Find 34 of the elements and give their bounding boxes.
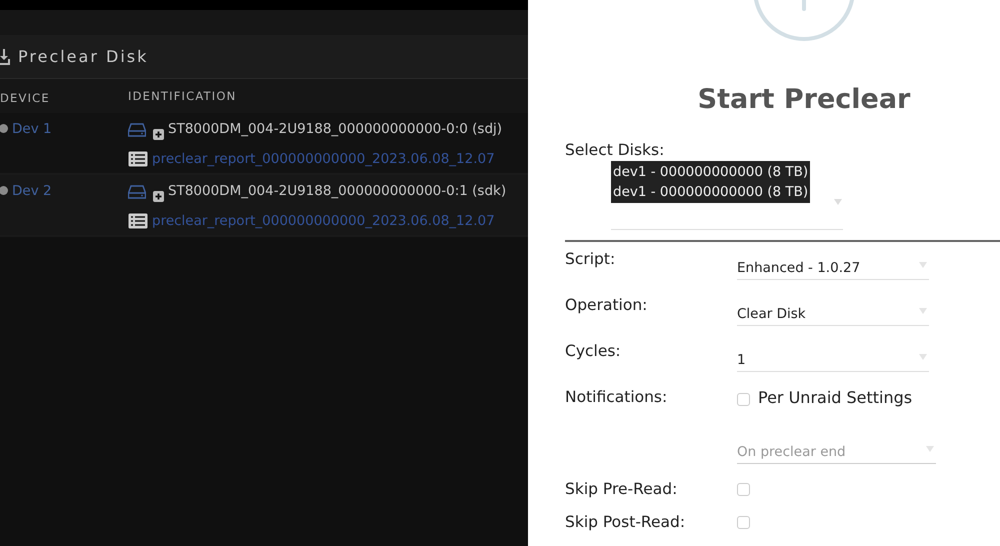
hard-drive-icon xyxy=(128,123,146,137)
field-label: Cycles: xyxy=(565,342,622,360)
dropdown-select[interactable]: Clear Disk xyxy=(737,296,929,326)
checkbox[interactable] xyxy=(737,516,750,529)
list-icon[interactable] xyxy=(128,150,148,166)
dialog-title: Start Preclear xyxy=(698,84,910,115)
column-header: DEVICE xyxy=(0,90,50,104)
field-label: Operation: xyxy=(565,296,648,314)
status-dot xyxy=(0,186,8,195)
disk-identification: ST8000DM_004-2U9188_000000000000-0:0 (sdj) xyxy=(168,121,502,139)
field-label: Skip Post-Read: xyxy=(565,513,686,531)
dropdown-arrow-icon xyxy=(919,354,927,360)
column-header: IDENTIFICATION xyxy=(128,89,236,103)
dropdown-arrow-icon xyxy=(926,446,934,452)
dropdown-arrow-icon xyxy=(834,199,842,205)
checkbox-label: Per Unraid Settings xyxy=(758,388,912,407)
disk-identification: ST8000DM_004-2U9188_000000000000-0:1 (sdk) xyxy=(168,183,506,201)
expand-icon[interactable] xyxy=(153,129,164,140)
dropdown-select[interactable]: 1 xyxy=(737,342,929,372)
status-dot xyxy=(0,124,8,133)
dropdown-arrow-icon xyxy=(919,308,927,314)
checkbox[interactable] xyxy=(737,483,750,496)
field-label: Skip Pre-Read: xyxy=(565,480,678,498)
download-tray-icon xyxy=(0,48,10,64)
list-icon[interactable] xyxy=(128,212,148,228)
field-label: Select Disks: xyxy=(565,141,664,159)
field-label: Notifications: xyxy=(565,388,668,406)
checkbox[interactable] xyxy=(737,392,750,406)
panel-title: Preclear Disk xyxy=(18,47,148,66)
dropdown-arrow-icon xyxy=(919,262,927,268)
field-label: Script: xyxy=(565,250,616,268)
hard-drive-icon xyxy=(128,185,146,199)
dropdown-select[interactable]: Enhanced - 1.0.27 xyxy=(737,250,929,280)
expand-icon[interactable] xyxy=(153,191,164,202)
